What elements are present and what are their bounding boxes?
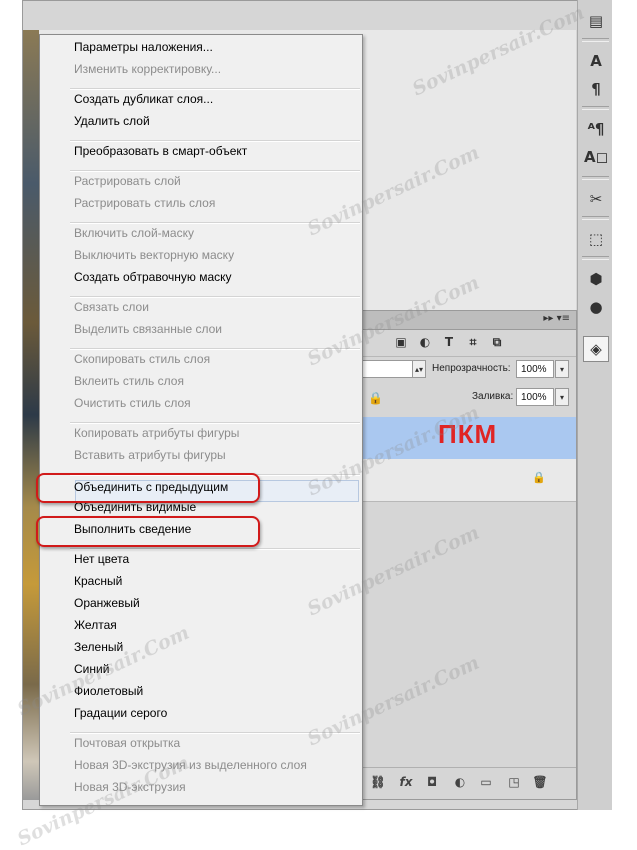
adjustment-icon[interactable]: ◐ <box>452 774 468 790</box>
tools-icon[interactable]: ✂ <box>585 188 607 210</box>
menu-item-color-red[interactable]: Красный <box>74 574 122 596</box>
toolbar-divider <box>582 176 609 180</box>
type-filter-icon[interactable]: T <box>442 335 456 349</box>
mask-icon[interactable]: ◘ <box>424 774 440 790</box>
menu-item-rasterize-layer[interactable]: Растрировать слой <box>74 174 181 196</box>
layers-panel-footer: ⛓ fx ◘ ◐ ▭ ◳ 🗑 <box>358 767 576 798</box>
opacity-label: Непрозрачность: <box>432 363 511 374</box>
fill-label: Заливка: <box>472 391 514 402</box>
layers-filter-bar: ▣ ◐ T ⌗ ⧉ <box>358 330 576 357</box>
new-layer-icon[interactable]: ◳ <box>506 774 522 790</box>
folder-icon[interactable]: ▭ <box>478 774 494 790</box>
menu-item-create-clipping-mask[interactable]: Создать обтравочную маску <box>74 270 232 292</box>
trash-icon[interactable]: 🗑 <box>532 774 548 790</box>
right-click-annotation: ПКМ <box>438 419 498 449</box>
menu-item-color-violet[interactable]: Фиолетовый <box>74 684 143 706</box>
3d-object-icon[interactable]: ⬢ <box>585 268 607 290</box>
menu-item-3d-extrusion-selected[interactable]: Новая 3D-экструзия из выделенного слоя <box>74 758 307 780</box>
toolbar-divider <box>582 38 609 42</box>
toolbar-divider <box>582 256 609 260</box>
opacity-row: Непрозрачность: 100% ▾ <box>358 360 576 386</box>
menu-separator <box>70 222 360 224</box>
menu-separator <box>70 140 360 142</box>
paragraph-styles-icon[interactable]: A◻ <box>584 146 608 168</box>
3d-icon[interactable]: ⬚ <box>585 228 607 250</box>
materials-icon[interactable]: ● <box>585 296 607 318</box>
adjustment-filter-icon[interactable]: ◐ <box>418 335 432 349</box>
layers-panel: ▸▸ ▾≡ ▣ ◐ T ⌗ ⧉ ▴▾ Непрозрачность: 100% … <box>357 310 577 800</box>
shape-filter-icon[interactable]: ⌗ <box>466 335 480 349</box>
menu-separator <box>70 422 360 424</box>
menu-item-duplicate-layer[interactable]: Создать дубликат слоя... <box>74 92 213 114</box>
menu-separator <box>70 88 360 90</box>
menu-separator <box>70 170 360 172</box>
fill-row: 🔒 Заливка: 100% ▾ <box>358 388 576 414</box>
fill-dropdown-icon[interactable]: ▾ <box>555 388 569 406</box>
menu-separator <box>70 732 360 734</box>
image-filter-icon[interactable]: ▣ <box>394 335 408 349</box>
menu-item-color-orange[interactable]: Оранжевый <box>74 596 140 618</box>
menu-item-color-gray[interactable]: Градации серого <box>74 706 167 728</box>
fx-icon[interactable]: fx <box>398 774 414 790</box>
toolbar-divider <box>582 106 609 110</box>
menu-separator <box>70 548 360 550</box>
menu-separator <box>70 296 360 298</box>
layers-panel-header: ▸▸ ▾≡ <box>358 311 576 330</box>
menu-item-color-blue[interactable]: Синий <box>74 662 109 684</box>
layer-row[interactable]: 🔒 <box>358 459 576 502</box>
panel-menu-icon[interactable]: ▸▸ ▾≡ <box>543 313 570 324</box>
menu-item-paste-style[interactable]: Вклеить стиль слоя <box>74 374 184 396</box>
menu-item-postcard[interactable]: Почтовая открытка <box>74 736 180 758</box>
menu-item-copy-style[interactable]: Скопировать стиль слоя <box>74 352 210 374</box>
lock-icon[interactable]: 🔒 <box>368 391 383 405</box>
highlight-flatten-image <box>36 516 260 547</box>
menu-item-clear-style[interactable]: Очистить стиль слоя <box>74 396 191 418</box>
link-icon[interactable]: ⛓ <box>370 774 386 790</box>
menu-item-rasterize-style[interactable]: Растрировать стиль слоя <box>74 196 215 218</box>
opacity-input[interactable]: 100% <box>516 360 554 378</box>
menu-item-link-layers[interactable]: Связать слои <box>74 300 149 322</box>
history-icon[interactable]: ▤ <box>585 10 607 32</box>
menu-item-copy-shape-attributes[interactable]: Копировать атрибуты фигуры <box>74 426 239 448</box>
menu-item-3d-extrusion[interactable]: Новая 3D-экструзия <box>74 780 186 802</box>
toolbar-divider <box>582 216 609 220</box>
layers-icon[interactable]: ◈ <box>583 336 609 362</box>
menu-item-blending-options[interactable]: Параметры наложения... <box>74 40 213 62</box>
smart-object-filter-icon[interactable]: ⧉ <box>490 335 504 349</box>
right-panel-toolbar: ▤ A ¶ ᴬ¶ A◻ ✂ ⬚ ⬢ ● ◈ <box>577 0 612 810</box>
menu-item-edit-adjustment[interactable]: Изменить корректировку... <box>74 62 221 84</box>
menu-item-color-yellow[interactable]: Желтая <box>74 618 117 640</box>
character-icon[interactable]: A <box>585 50 607 72</box>
menu-item-paste-shape-attributes[interactable]: Вставить атрибуты фигуры <box>74 448 226 470</box>
menu-item-color-green[interactable]: Зеленый <box>74 640 123 662</box>
canvas-photo-strip <box>23 30 39 800</box>
menu-item-select-linked[interactable]: Выделить связанные слои <box>74 322 222 344</box>
character-styles-icon[interactable]: ᴬ¶ <box>585 118 607 140</box>
menu-separator <box>70 348 360 350</box>
opacity-dropdown-icon[interactable]: ▾ <box>555 360 569 378</box>
menu-item-disable-vector-mask[interactable]: Выключить векторную маску <box>74 248 234 270</box>
menu-item-convert-smart-object[interactable]: Преобразовать в смарт-объект <box>74 144 247 166</box>
highlight-merge-down <box>36 473 260 503</box>
menu-item-enable-mask[interactable]: Включить слой-маску <box>74 226 194 248</box>
paragraph-icon[interactable]: ¶ <box>585 78 607 100</box>
menu-item-delete-layer[interactable]: Удалить слой <box>74 114 150 136</box>
layer-context-menu: Параметры наложения... Изменить корректи… <box>39 34 363 806</box>
fill-input[interactable]: 100% <box>516 388 554 406</box>
layer-lock-icon: 🔒 <box>532 471 546 484</box>
menu-item-color-none[interactable]: Нет цвета <box>74 552 129 574</box>
